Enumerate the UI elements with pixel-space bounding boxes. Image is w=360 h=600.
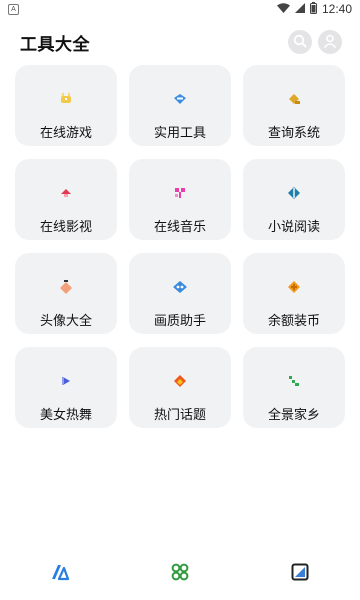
tool-card-panorama-hometown[interactable]: 全景家乡 [243, 347, 345, 428]
tool-card-avatars[interactable]: 头像大全 [15, 253, 117, 334]
gallery-icon [291, 563, 309, 585]
query-icon [284, 89, 304, 109]
status-bar: A 12:40 [0, 0, 360, 18]
game-icon [56, 89, 76, 109]
tool-card-online-video[interactable]: 在线影视 [15, 159, 117, 240]
battery-icon [309, 1, 317, 17]
signal-icon [294, 2, 305, 16]
tool-card-image-quality[interactable]: 画质助手 [129, 253, 231, 334]
tool-label: 在线影视 [39, 220, 92, 235]
panorama-icon [284, 371, 304, 391]
music-icon [170, 183, 190, 203]
tool-label: 在线游戏 [39, 126, 92, 141]
wifi-icon [276, 2, 290, 16]
tool-card-online-music[interactable]: 在线音乐 [129, 159, 231, 240]
apps-icon [171, 563, 189, 585]
tool-label: 小说阅读 [267, 220, 320, 235]
tool-label: 在线音乐 [153, 220, 206, 235]
book-icon [284, 183, 304, 203]
status-time: 12:40 [321, 2, 352, 16]
app-notification-icon: A [8, 3, 19, 15]
app-header: 工具大全 [0, 26, 360, 58]
tools-icon [170, 89, 190, 109]
coin-icon [284, 277, 304, 297]
tool-label: 实用工具 [153, 126, 206, 141]
user-button[interactable] [318, 30, 342, 54]
tool-card-query-system[interactable]: 查询系统 [243, 65, 345, 146]
search-icon [293, 33, 307, 52]
tool-card-dance[interactable]: 美女热舞 [15, 347, 117, 428]
nav-gallery[interactable] [270, 558, 330, 590]
tool-card-novel-reading[interactable]: 小说阅读 [243, 159, 345, 240]
user-icon [323, 33, 337, 52]
quality-icon [170, 277, 190, 297]
tool-label: 画质助手 [153, 314, 206, 329]
home-icon [50, 563, 70, 585]
hot-topic-icon [170, 371, 190, 391]
avatar-icon [56, 277, 76, 297]
tool-card-balance-coins[interactable]: 余额装币 [243, 253, 345, 334]
search-button[interactable] [288, 30, 312, 54]
tool-label: 查询系统 [267, 126, 320, 141]
tools-grid: 在线游戏 实用工具 查询系统 在线影视 在线音乐 小说阅读 头像大全 画质助手 … [15, 65, 345, 428]
tool-card-utilities[interactable]: 实用工具 [129, 65, 231, 146]
page-title: 工具大全 [20, 34, 90, 55]
dance-icon [56, 371, 76, 391]
nav-home[interactable] [30, 558, 90, 590]
tool-label: 热门话题 [153, 408, 206, 423]
video-icon [56, 183, 76, 203]
tool-card-online-games[interactable]: 在线游戏 [15, 65, 117, 146]
tool-label: 全景家乡 [267, 408, 320, 423]
tool-label: 美女热舞 [39, 408, 92, 423]
tool-label: 余额装币 [267, 314, 320, 329]
tool-card-hot-topics[interactable]: 热门话题 [129, 347, 231, 428]
nav-apps[interactable] [150, 558, 210, 590]
bottom-navigation [0, 548, 360, 600]
tool-label: 头像大全 [39, 314, 92, 329]
